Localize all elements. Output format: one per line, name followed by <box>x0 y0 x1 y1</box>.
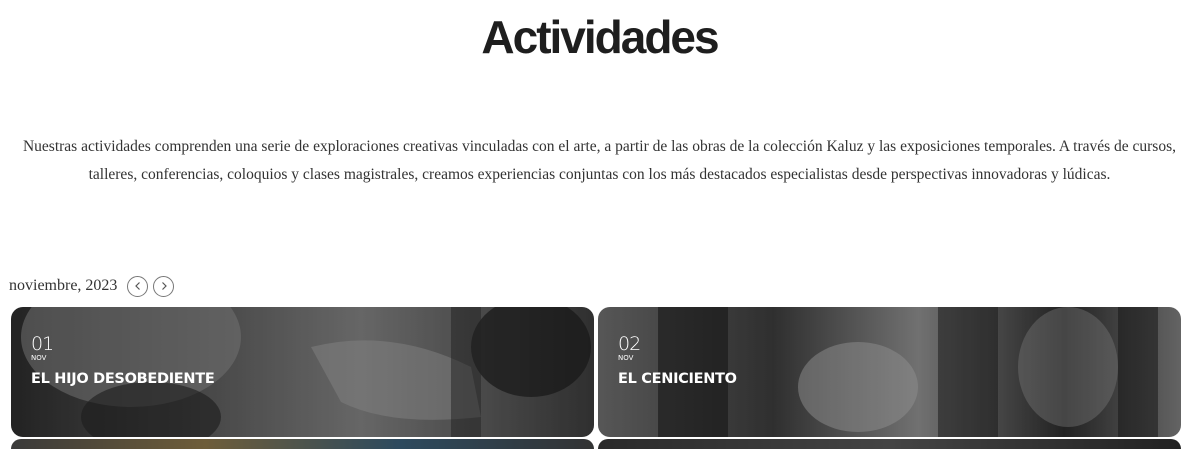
event-title: EL HIJO DESOBEDIENTE <box>31 371 215 387</box>
event-card[interactable]: 02 NOV EL CENICIENTO <box>598 307 1181 437</box>
event-card-text: 02 NOV EL CENICIENTO <box>618 334 737 387</box>
chevron-right-icon <box>161 282 167 290</box>
next-month-button[interactable] <box>153 275 175 297</box>
intro-paragraph: Nuestras actividades comprenden una seri… <box>22 138 1177 183</box>
prev-month-button[interactable] <box>127 275 149 297</box>
event-card[interactable]: 01 NOV EL HIJO DESOBEDIENTE <box>11 307 594 437</box>
event-day: 02 <box>618 333 641 355</box>
month-navigator: noviembre, 2023 <box>9 274 179 298</box>
event-day: 01 <box>31 333 54 355</box>
chevron-left-icon <box>135 282 140 290</box>
event-title: EL CENICIENTO <box>618 371 737 387</box>
event-card-text: 01 NOV EL HIJO DESOBEDIENTE <box>31 333 215 387</box>
month-label: noviembre, 2023 <box>9 277 118 294</box>
event-month: NOV <box>618 354 634 362</box>
event-card-partial[interactable] <box>11 439 594 449</box>
event-month: NOV <box>31 354 47 362</box>
page-title: Actividades <box>481 11 719 63</box>
event-card-partial[interactable] <box>598 439 1181 449</box>
